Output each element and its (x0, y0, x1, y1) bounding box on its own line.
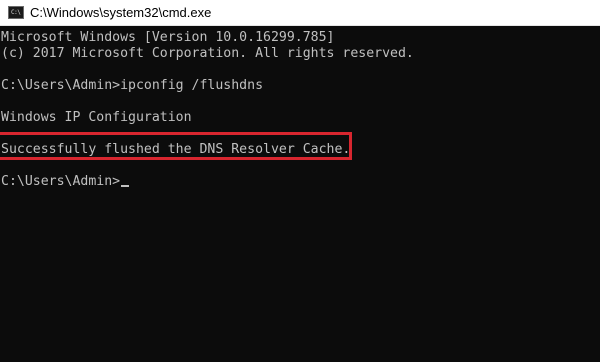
console-line-copyright: (c) 2017 Microsoft Corporation. All righ… (1, 46, 414, 61)
console-line-command: C:\Users\Admin>ipconfig /flushdns (1, 78, 264, 93)
cmd-window: C:\ C:\Windows\system32\cmd.exe Microsof… (0, 0, 600, 362)
console-prompt-line[interactable]: C:\Users\Admin> (1, 174, 130, 190)
title-bar[interactable]: C:\ C:\Windows\system32\cmd.exe (0, 0, 600, 26)
cmd-icon-glyph: C:\ (11, 9, 21, 16)
cmd-icon: C:\ (8, 6, 24, 19)
console-line-ip-config: Windows IP Configuration (1, 110, 192, 125)
console-output[interactable]: Microsoft Windows [Version 10.0.16299.78… (0, 26, 600, 362)
console-prompt: C:\Users\Admin> (1, 174, 121, 189)
window-title: C:\Windows\system32\cmd.exe (30, 5, 212, 20)
text-cursor (121, 185, 130, 187)
console-line-version: Microsoft Windows [Version 10.0.16299.78… (1, 30, 335, 45)
console-line-success: Successfully flushed the DNS Resolver Ca… (1, 142, 351, 157)
